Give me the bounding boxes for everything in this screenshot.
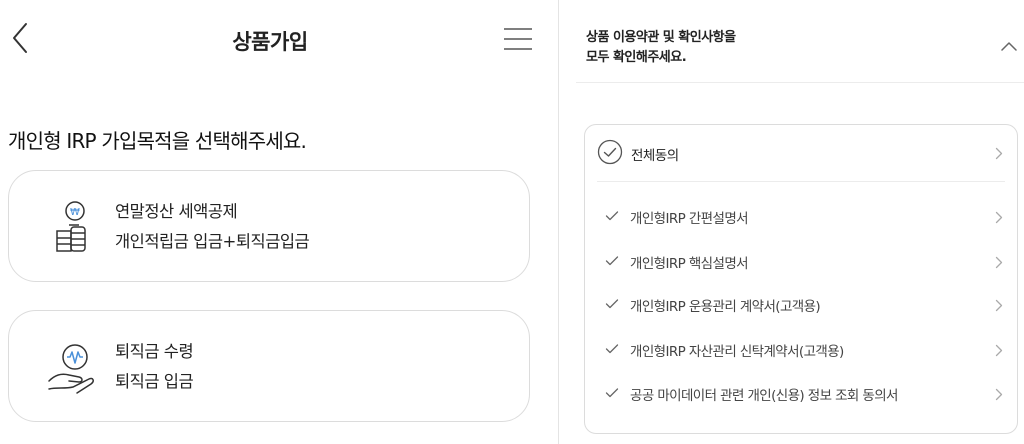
check-circle-icon[interactable] xyxy=(597,139,623,165)
chevron-right-icon xyxy=(995,344,1003,357)
option-subtitle: 개인적립금 입금+퇴직금입금 xyxy=(115,232,310,251)
chevron-right-icon xyxy=(995,256,1003,269)
option-subtitle: 퇴직금 입금 xyxy=(115,372,194,391)
chevron-right-icon xyxy=(995,388,1003,401)
hand-coin-icon xyxy=(43,335,99,397)
chevron-up-icon xyxy=(1001,42,1017,51)
check-icon[interactable] xyxy=(605,298,619,310)
term-item-simple-description[interactable]: 개인형IRP 간편설명서 xyxy=(585,196,1017,236)
section-heading: 개인형 IRP 가입목적을 선택해주세요. xyxy=(8,129,307,153)
term-item-trust-contract[interactable]: 개인형IRP 자산관리 신탁계약서(고객용) xyxy=(585,329,1017,369)
coin-stack-icon: ₩ xyxy=(43,195,99,257)
chevron-right-icon xyxy=(995,211,1003,224)
terms-box: 전체동의 개인형IRP 간편설명서 개인형IRP 핵심설명서 개인형IRP 운용… xyxy=(584,124,1018,434)
term-item-mydata-consent[interactable]: 공공 마이데이터 관련 개인(신용) 정보 조회 동의서 xyxy=(585,373,1017,413)
check-icon[interactable] xyxy=(605,255,619,267)
menu-button[interactable] xyxy=(500,22,536,56)
panel-divider xyxy=(558,0,559,444)
chevron-right-icon xyxy=(995,147,1003,160)
terms-title: 상품 이용약관 및 확인사항을 모두 확인해주세요. xyxy=(586,28,736,68)
collapse-button[interactable] xyxy=(1000,38,1018,52)
hamburger-menu-icon xyxy=(504,28,532,50)
header-divider xyxy=(576,82,1024,83)
check-icon[interactable] xyxy=(605,343,619,355)
option-title: 연말정산 세액공제 xyxy=(115,202,238,221)
term-item-management-contract[interactable]: 개인형IRP 운용관리 계약서(고객용) xyxy=(585,284,1017,324)
agree-all-label: 전체동의 xyxy=(631,148,679,164)
check-icon[interactable] xyxy=(605,387,619,399)
option-card-retirement[interactable]: 퇴직금 수령 퇴직금 입금 xyxy=(8,310,530,422)
agree-all-row[interactable]: 전체동의 xyxy=(585,125,1017,181)
terms-title-line: 상품 이용약관 및 확인사항을 xyxy=(586,30,736,45)
term-label: 개인형IRP 자산관리 신탁계약서(고객용) xyxy=(630,344,844,360)
page-title: 상품가입 xyxy=(232,30,308,54)
option-title: 퇴직금 수령 xyxy=(115,342,194,361)
term-label: 공공 마이데이터 관련 개인(신용) 정보 조회 동의서 xyxy=(630,388,898,404)
terms-panel: 상품 이용약관 및 확인사항을 모두 확인해주세요. 전체동의 개인형IRP 간… xyxy=(560,0,1024,444)
back-button[interactable] xyxy=(4,18,34,58)
product-signup-panel: 상품가입 개인형 IRP 가입목적을 선택해주세요. ₩ 연말정산 세액공제 개… xyxy=(0,0,556,444)
term-label: 개인형IRP 간편설명서 xyxy=(630,211,749,227)
check-icon[interactable] xyxy=(605,210,619,222)
svg-text:₩: ₩ xyxy=(70,207,80,218)
option-card-tax-deduction[interactable]: ₩ 연말정산 세액공제 개인적립금 입금+퇴직금입금 xyxy=(8,170,530,282)
term-label: 개인형IRP 운용관리 계약서(고객용) xyxy=(630,299,821,315)
terms-title-line: 모두 확인해주세요. xyxy=(586,50,687,65)
term-item-key-description[interactable]: 개인형IRP 핵심설명서 xyxy=(585,241,1017,281)
term-label: 개인형IRP 핵심설명서 xyxy=(630,256,749,272)
box-divider xyxy=(597,181,1005,182)
chevron-left-icon xyxy=(13,23,27,53)
chevron-right-icon xyxy=(995,299,1003,312)
